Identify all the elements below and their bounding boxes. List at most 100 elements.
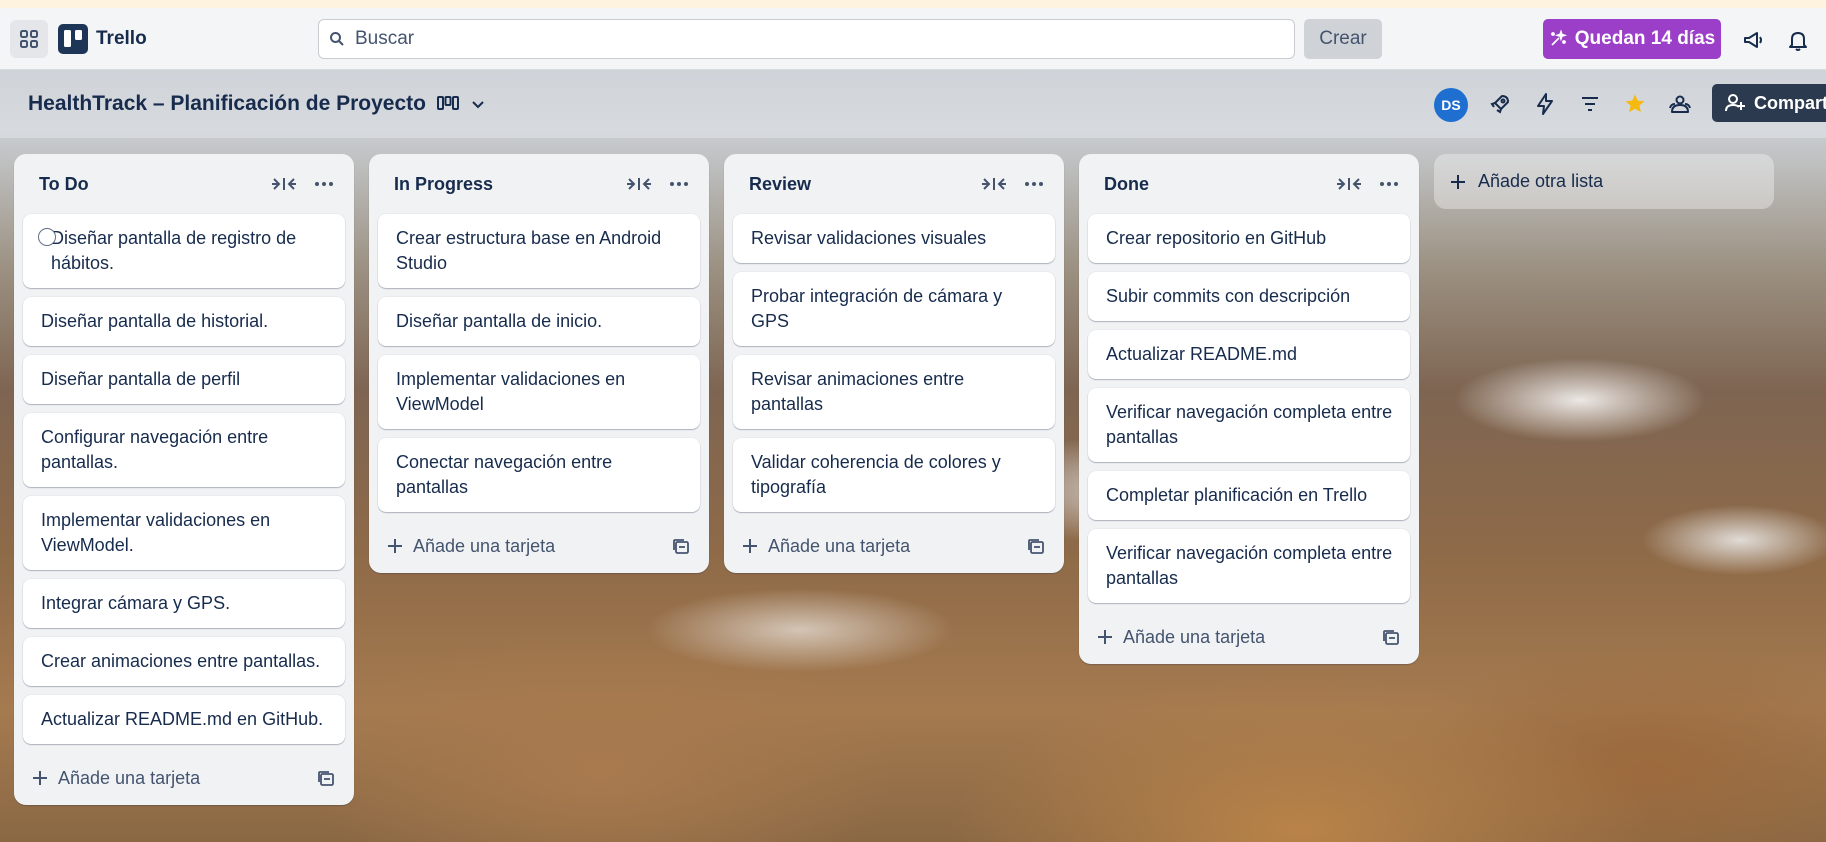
- card[interactable]: Probar integración de cámara y GPS: [733, 272, 1055, 346]
- card-title: Verificar navegación completa entre pant…: [1106, 543, 1393, 588]
- lightning-icon[interactable]: [1533, 92, 1557, 116]
- card-title: Implementar validaciones en ViewModel: [396, 369, 626, 414]
- list-actions-icon[interactable]: [1379, 176, 1399, 192]
- list-title[interactable]: Review: [749, 174, 811, 195]
- share-button[interactable]: Compartir: [1712, 84, 1826, 122]
- card[interactable]: Configurar navegación entre pantallas.: [23, 413, 345, 487]
- card[interactable]: Crear repositorio en GitHub: [1088, 214, 1410, 263]
- list-actions-icon[interactable]: [669, 176, 689, 192]
- card-title: Revisar animaciones entre pantallas: [751, 369, 965, 414]
- list-footer: Añade una tarjeta: [369, 521, 709, 573]
- app-switcher-button[interactable]: [10, 20, 48, 58]
- card-title: Validar coherencia de colores y tipograf…: [751, 452, 1001, 497]
- list-header: Review: [724, 154, 1064, 214]
- star-icon[interactable]: [1623, 92, 1647, 116]
- trello-logo[interactable]: Trello: [58, 24, 147, 54]
- add-card-button[interactable]: Añade una tarjeta: [32, 765, 200, 791]
- add-list-label: Añade otra lista: [1478, 171, 1604, 191]
- collapse-list-icon[interactable]: [1337, 176, 1361, 192]
- card[interactable]: Diseñar pantalla de registro de hábitos.: [23, 214, 345, 288]
- card[interactable]: Revisar animaciones entre pantallas: [733, 355, 1055, 429]
- card[interactable]: Revisar validaciones visuales: [733, 214, 1055, 263]
- add-list-button[interactable]: Añade otra lista: [1434, 154, 1774, 209]
- list-header: Done: [1079, 154, 1419, 214]
- card[interactable]: Implementar validaciones en ViewModel.: [23, 496, 345, 570]
- create-button[interactable]: Crear: [1304, 19, 1382, 59]
- card-title: Implementar validaciones en ViewModel.: [41, 510, 271, 555]
- card-template-icon[interactable]: [1026, 537, 1046, 557]
- card[interactable]: Verificar navegación completa entre pant…: [1088, 388, 1410, 462]
- card[interactable]: Conectar navegación entre pantallas: [378, 438, 700, 512]
- member-avatar[interactable]: DS: [1434, 88, 1468, 122]
- add-user-icon: [1725, 94, 1745, 112]
- top-banner-strip: [0, 0, 1826, 8]
- card[interactable]: Diseñar pantalla de historial.: [23, 297, 345, 346]
- list-footer: Añade una tarjeta: [724, 521, 1064, 573]
- card-title: Diseñar pantalla de historial.: [41, 311, 269, 331]
- plus-icon: [1451, 174, 1465, 189]
- card[interactable]: Integrar cámara y GPS.: [23, 579, 345, 628]
- collapse-list-icon[interactable]: [272, 176, 296, 192]
- card-title: Crear estructura base en Android Studio: [396, 228, 662, 273]
- rocket-icon[interactable]: [1488, 92, 1512, 116]
- plus-icon: [33, 771, 47, 785]
- bell-icon[interactable]: [1786, 28, 1810, 52]
- card-title: Diseñar pantalla de inicio.: [396, 311, 603, 331]
- plus-icon: [743, 539, 757, 553]
- filter-icon[interactable]: [1578, 92, 1602, 116]
- app-name: Trello: [96, 28, 147, 49]
- card[interactable]: Implementar validaciones en ViewModel: [378, 355, 700, 429]
- collapse-list-icon[interactable]: [627, 176, 651, 192]
- list-title[interactable]: In Progress: [394, 174, 493, 195]
- card[interactable]: Verificar navegación completa entre pant…: [1088, 529, 1410, 603]
- share-label: Compartir: [1754, 92, 1826, 113]
- board-view-icon: [437, 96, 459, 110]
- list-footer: Añade una tarjeta: [1079, 612, 1419, 664]
- list-actions-icon[interactable]: [1024, 176, 1044, 192]
- card[interactable]: Validar coherencia de colores y tipograf…: [733, 438, 1055, 512]
- card[interactable]: Actualizar README.md en GitHub.: [23, 695, 345, 744]
- card-title: Integrar cámara y GPS.: [41, 593, 231, 613]
- list-to-do: To Do Diseñar pantalla de registro de há…: [14, 154, 354, 805]
- add-card-button[interactable]: Añade una tarjeta: [387, 533, 555, 559]
- card[interactable]: Crear animaciones entre pantallas.: [23, 637, 345, 686]
- search-box[interactable]: [318, 19, 1295, 59]
- list-footer: Añade una tarjeta: [14, 753, 354, 805]
- chevron-down-icon: [472, 101, 484, 109]
- add-card-label: Añade una tarjeta: [58, 767, 201, 788]
- board-view-switcher[interactable]: [436, 90, 486, 118]
- complete-checkbox[interactable]: [38, 228, 56, 246]
- search-input[interactable]: [355, 28, 1255, 50]
- add-card-button[interactable]: Añade una tarjeta: [742, 533, 910, 559]
- add-card-button[interactable]: Añade una tarjeta: [1097, 624, 1265, 650]
- card-template-icon[interactable]: [671, 537, 691, 557]
- search-icon: [330, 32, 344, 46]
- list-title[interactable]: To Do: [39, 174, 89, 195]
- card-title: Diseñar pantalla de registro de hábitos.: [51, 228, 297, 273]
- card[interactable]: Actualizar README.md: [1088, 330, 1410, 379]
- trial-button[interactable]: Quedan 14 días: [1543, 19, 1721, 59]
- list-done: Done Crear repositorio en GitHub Subir c…: [1079, 154, 1419, 664]
- megaphone-icon[interactable]: [1742, 28, 1766, 52]
- card-template-icon[interactable]: [1381, 628, 1401, 648]
- list-title[interactable]: Done: [1104, 174, 1149, 195]
- card-template-icon[interactable]: [316, 769, 336, 789]
- board-title[interactable]: HealthTrack – Planificación de Proyecto: [28, 92, 426, 116]
- card-list: Crear estructura base en Android Studio …: [369, 214, 709, 512]
- plus-icon: [388, 539, 402, 553]
- card-title: Subir commits con descripción: [1106, 286, 1351, 306]
- list-review: Review Revisar validaciones visuales Pro…: [724, 154, 1064, 573]
- card[interactable]: Crear estructura base en Android Studio: [378, 214, 700, 288]
- card-title: Configurar navegación entre pantallas.: [41, 427, 269, 472]
- card-title: Diseñar pantalla de perfil: [41, 369, 241, 389]
- list-header: In Progress: [369, 154, 709, 214]
- card-title: Actualizar README.md: [1106, 344, 1298, 364]
- card[interactable]: Completar planificación en Trello: [1088, 471, 1410, 520]
- team-visibility-icon[interactable]: [1668, 92, 1692, 116]
- card[interactable]: Diseñar pantalla de perfil: [23, 355, 345, 404]
- card[interactable]: Diseñar pantalla de inicio.: [378, 297, 700, 346]
- card[interactable]: Subir commits con descripción: [1088, 272, 1410, 321]
- collapse-list-icon[interactable]: [982, 176, 1006, 192]
- list-actions-icon[interactable]: [314, 176, 334, 192]
- sparkle-icon: [1550, 30, 1567, 46]
